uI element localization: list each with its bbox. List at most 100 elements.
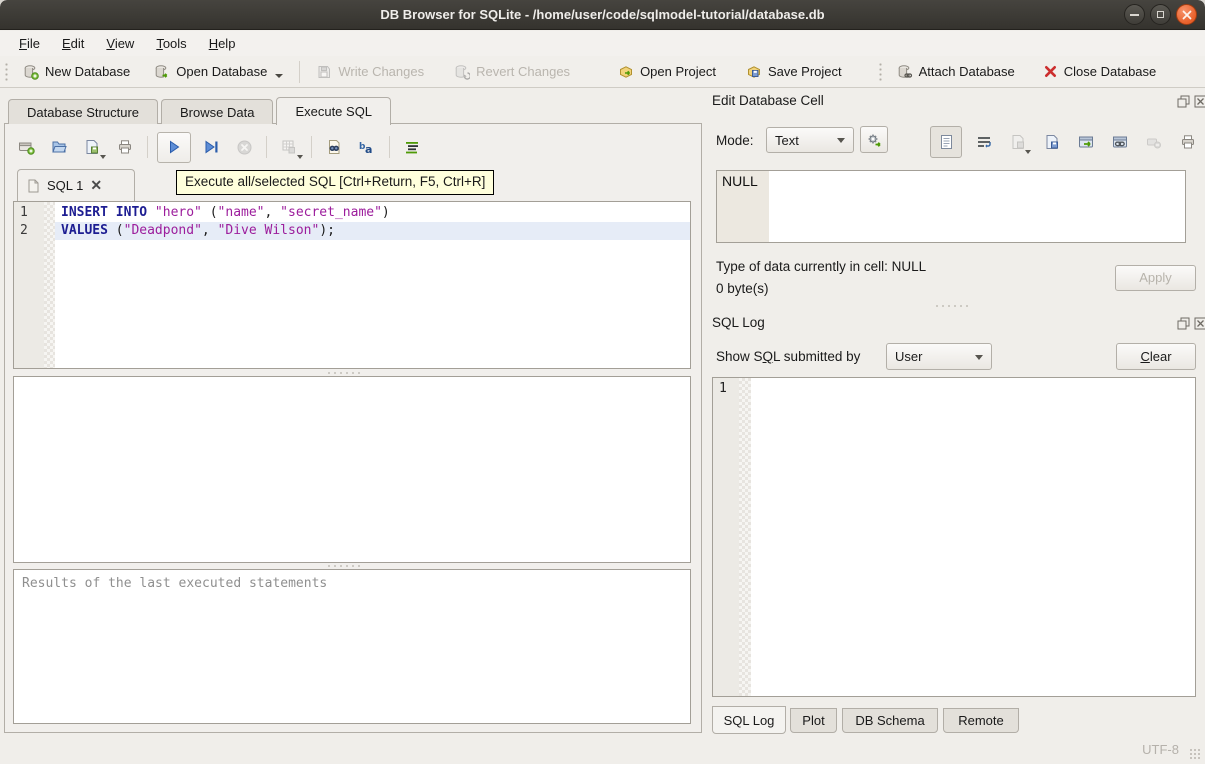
tab-sql-log[interactable]: SQL Log [712,706,786,734]
tab-db-schema[interactable]: DB Schema [842,708,938,733]
save-project-label: Save Project [768,64,842,79]
apply-button[interactable]: Apply [1115,265,1196,291]
new-database-label: New Database [45,64,130,79]
menu-edit[interactable]: Edit [51,33,95,54]
gear-icon [866,132,883,148]
save-sql-file-button[interactable] [79,134,105,160]
text-document-icon [939,134,954,150]
open-database-icon [154,64,170,80]
sql-document-tab[interactable]: SQL 1 ✕ [17,169,135,201]
sql-toolbar-separator [147,136,148,158]
float-dock-icon [1177,95,1190,108]
save-sql-dropdown-icon[interactable] [100,155,106,159]
clear-log-button[interactable]: Clear [1116,343,1196,370]
open-database-button[interactable]: Open Database [148,60,289,84]
toolbar-drag-handle[interactable] [4,62,9,82]
close-database-button[interactable]: Close Database [1037,60,1163,83]
close-window-button[interactable] [1176,4,1197,25]
results-placeholder: Results of the last executed statements [22,576,327,591]
tab-database-structure[interactable]: Database Structure [8,99,158,124]
menu-help[interactable]: Help [198,33,247,54]
format-sql-button[interactable]: ba [354,134,380,160]
import-data-button[interactable] [1006,129,1030,155]
open-database-label: Open Database [176,64,267,79]
open-sql-tab-icon [18,139,35,155]
execution-messages-pane[interactable]: Results of the last executed statements [13,569,691,724]
open-sql-tab-button[interactable] [13,134,39,160]
menu-view[interactable]: View [95,33,145,54]
open-project-button[interactable]: Open Project [612,60,722,84]
print-icon [117,139,133,155]
window-controls [1124,4,1197,25]
float-dock-button[interactable] [1176,316,1190,330]
tab-browse-data[interactable]: Browse Data [161,99,273,124]
format-sql-icon: ba [358,139,376,155]
close-database-label: Close Database [1064,64,1157,79]
print-cell-button[interactable] [1176,129,1200,155]
dock-splitter-handle[interactable] [934,304,970,308]
splitter-handle[interactable] [326,371,362,375]
save-project-button[interactable]: Save Project [740,60,848,84]
menu-file[interactable]: File [8,33,51,54]
copy-link-button[interactable] [1108,129,1132,155]
write-changes-button[interactable]: Write Changes [310,60,430,84]
find-replace-icon [326,139,342,155]
save-results-button[interactable] [276,134,302,160]
menu-tools[interactable]: Tools [145,33,197,54]
close-dock-button[interactable] [1193,316,1205,330]
open-database-dropdown-icon[interactable] [275,74,283,78]
cell-value-editor[interactable]: NULL [716,170,1186,243]
open-external-button[interactable] [1074,129,1098,155]
export-data-button[interactable] [1040,129,1064,155]
sql-log-dock-buttons [1176,316,1205,330]
sql-toolbar-separator [389,136,390,158]
execute-sql-button[interactable] [157,132,191,163]
close-dock-button[interactable] [1193,94,1205,108]
sql-editor[interactable]: 1INSERT INTO "hero" ("name", "secret_nam… [13,201,691,369]
save-results-icon [281,139,297,155]
mode-select[interactable]: Text [766,127,854,153]
float-dock-button[interactable] [1176,94,1190,108]
toolbar-drag-handle-2[interactable] [878,62,883,82]
close-dock-icon [1194,95,1205,108]
tooltip: Execute all/selected SQL [Ctrl+Return, F… [176,170,494,195]
print-sql-button[interactable] [112,134,138,160]
attach-database-button[interactable]: Attach Database [891,60,1021,84]
minimize-button[interactable] [1124,4,1145,25]
tab-plot[interactable]: Plot [790,708,837,733]
open-sql-file-icon [51,139,67,155]
log-line-number-gutter [713,378,739,696]
tab-execute-sql[interactable]: Execute SQL [276,97,391,125]
svg-text:a: a [365,143,372,155]
word-wrap-button[interactable] [972,129,996,155]
open-sql-file-button[interactable] [46,134,72,160]
execute-current-line-button[interactable] [198,134,224,160]
set-null-button[interactable] [1142,129,1166,155]
toggle-block-comment-button[interactable] [399,134,425,160]
find-replace-button[interactable] [321,134,347,160]
sql-log-filter-value: User [895,349,922,364]
splitter-handle[interactable] [326,564,362,568]
stop-sql-button[interactable] [231,134,257,160]
tab-remote[interactable]: Remote [943,708,1019,733]
cell-size-info: 0 byte(s) [716,281,769,296]
save-results-dropdown-icon[interactable] [297,155,303,159]
resize-grip[interactable] [1189,748,1201,760]
titlebar[interactable]: DB Browser for SQLite - /home/user/code/… [0,0,1205,30]
revert-changes-icon [454,64,470,80]
word-wrap-icon [976,134,992,150]
auto-mode-button[interactable] [860,126,888,153]
sql-log-area[interactable]: 1 [712,377,1196,697]
sql-toolbar: ba [13,129,425,165]
sql-log-filter-select[interactable]: User [886,343,992,370]
edit-cell-title: Edit Database Cell [712,93,824,108]
query-results-table[interactable] [13,376,691,563]
cell-type-info: Type of data currently in cell: NULL [716,259,926,274]
close-sql-tab-icon[interactable]: ✕ [90,177,102,194]
encoding-indicator[interactable]: UTF-8 [1142,742,1179,757]
maximize-button[interactable] [1150,4,1171,25]
new-database-button[interactable]: New Database [17,60,136,84]
revert-changes-button[interactable]: Revert Changes [448,60,576,84]
text-mode-button[interactable] [930,126,962,158]
stop-icon [236,139,253,156]
